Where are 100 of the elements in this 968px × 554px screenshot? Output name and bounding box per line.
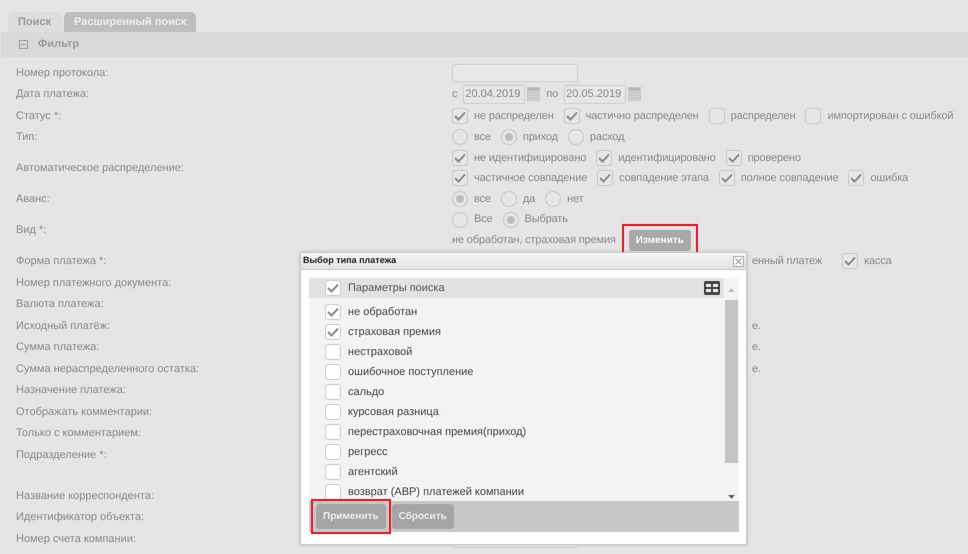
field-label: Аванс:: [16, 192, 50, 204]
checkbox[interactable]: [597, 170, 614, 186]
option-label: все: [474, 192, 491, 206]
option-label: ошибка: [870, 170, 908, 186]
option-label: не распределен: [474, 108, 554, 124]
dialog-button[interactable]: Применить: [316, 504, 386, 529]
option-label: не идентифицировано: [474, 150, 586, 166]
option-label: нет: [567, 192, 584, 206]
checkbox[interactable]: [805, 108, 822, 124]
dialog-button[interactable]: Сбросить: [392, 504, 454, 529]
field-label: Подразделение *:: [16, 449, 107, 461]
checkbox[interactable]: [325, 404, 341, 420]
field-label: Название корреспондента:: [16, 490, 154, 502]
option-label: совпадение этапа: [619, 170, 709, 186]
option-label: идентифицировано: [618, 150, 716, 166]
checkbox[interactable]: [726, 150, 742, 166]
scroll-up-icon[interactable]: [727, 286, 736, 294]
field-label: Вид *:: [16, 224, 46, 236]
filter-title: Фильтр: [38, 37, 80, 52]
option-label: распределен: [730, 108, 796, 124]
option-label: ошибочное поступление: [348, 364, 474, 380]
checkbox[interactable]: [325, 324, 341, 340]
option-label: приход: [522, 130, 558, 145]
radio-button[interactable]: [500, 190, 517, 207]
collapse-icon[interactable]: [19, 40, 28, 49]
option-label: курсовая разница: [348, 404, 439, 420]
checkbox[interactable]: [325, 304, 341, 320]
field-label: Исходный платёж:: [16, 320, 110, 332]
checkbox[interactable]: [452, 170, 468, 186]
scrollbar-thumb[interactable]: [725, 300, 738, 464]
option-label: расход: [590, 130, 624, 145]
field-label: Дата платежа:: [16, 88, 90, 100]
field-label: Валюта платежа:: [16, 298, 104, 310]
option-label: не обработан: [348, 304, 418, 320]
radio-button[interactable]: [568, 129, 584, 146]
option-label: агентский: [348, 464, 398, 480]
checkbox[interactable]: [708, 108, 725, 124]
input-field[interactable]: [452, 64, 578, 82]
checkbox[interactable]: [452, 108, 468, 124]
field-label: Номер платежного документа:: [16, 276, 172, 288]
checkbox[interactable]: [325, 384, 341, 400]
checkbox[interactable]: [848, 170, 864, 186]
calendar-icon[interactable]: [628, 87, 642, 102]
option-label: возврат (АВР) платежей компании: [348, 484, 524, 500]
radio-button[interactable]: [452, 190, 468, 207]
checkbox[interactable]: [842, 253, 858, 270]
field-label: Отображать комментарии:: [16, 406, 152, 418]
option-label: полное совпадение: [740, 170, 838, 186]
checkbox[interactable]: [564, 108, 580, 124]
option-label: Выбрать: [524, 212, 568, 228]
checkbox[interactable]: [325, 424, 341, 440]
checkbox[interactable]: [325, 444, 341, 460]
checkbox[interactable]: [596, 150, 612, 166]
close-icon[interactable]: [733, 256, 744, 266]
field-label: Номер счета компании:: [16, 532, 136, 544]
radio-button[interactable]: [500, 129, 517, 146]
field-text: е.: [752, 340, 761, 355]
field-label: Идентификатор объекта:: [16, 511, 144, 523]
field-text: енный платеж: [752, 254, 822, 269]
option-label: импортирован с ошибкой: [827, 108, 954, 124]
change-button[interactable]: Изменить: [628, 230, 691, 250]
date-field[interactable]: 20.05.2019: [564, 84, 626, 104]
option-label: страховая премия: [348, 324, 441, 340]
option-label: касса: [864, 254, 892, 269]
radio-button[interactable]: [502, 212, 519, 228]
field-text: с: [452, 87, 458, 102]
list-header: Параметры поиска: [348, 280, 446, 296]
tab[interactable]: Поиск: [8, 12, 62, 32]
checkbox[interactable]: [325, 464, 341, 480]
field-label: Статус *:: [16, 110, 62, 122]
field-label: Тип:: [16, 131, 38, 143]
option-label: Все: [474, 212, 493, 228]
field-label: Автоматическое распределение:: [16, 162, 184, 174]
dialog-title: Выбор типа платежа: [303, 254, 396, 268]
field-label: Сумма платежа:: [16, 341, 100, 353]
option-label: частичное совпадение: [474, 170, 588, 186]
option-label: регресс: [348, 444, 388, 460]
option-label: частично распределен: [586, 108, 699, 124]
date-field[interactable]: 20.04.2019: [463, 84, 526, 104]
field-label: Назначение платежа:: [16, 384, 126, 396]
option-label: сальдо: [348, 384, 384, 400]
option-label: перестраховочная премия(приход): [348, 424, 526, 440]
field-text: е.: [752, 318, 761, 334]
radio-button[interactable]: [452, 212, 468, 228]
grid-icon[interactable]: [704, 281, 720, 295]
radio-button[interactable]: [452, 129, 468, 146]
field-label: Сумма нераспределенного остатка:: [16, 362, 200, 374]
select-all-checkbox[interactable]: [325, 280, 341, 296]
field-text: е.: [752, 362, 761, 376]
field-label: Только с комментарием:: [16, 427, 141, 439]
field-text: не обработан, страховая премия: [452, 232, 616, 248]
radio-button[interactable]: [545, 190, 562, 207]
checkbox[interactable]: [452, 150, 468, 166]
option-label: проверено: [748, 150, 801, 166]
field-label: Форма платежа *:: [16, 255, 106, 267]
checkbox[interactable]: [325, 344, 341, 360]
calendar-icon[interactable]: [527, 87, 540, 102]
checkbox[interactable]: [325, 484, 341, 500]
checkbox[interactable]: [325, 364, 341, 380]
checkbox[interactable]: [718, 170, 735, 186]
